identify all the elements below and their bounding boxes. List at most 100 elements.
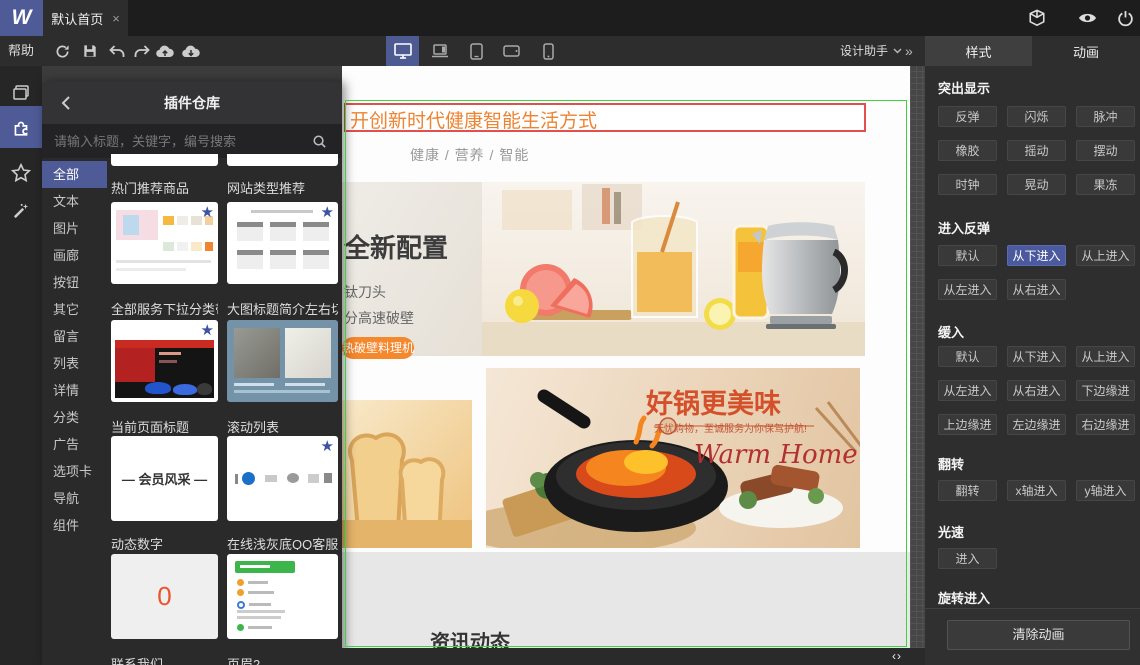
anim-button[interactable]: 下边缘进 [1076, 380, 1135, 401]
selected-heading-block[interactable]: 开创新时代健康智能生活方式 [344, 103, 866, 132]
plugin-card-partial[interactable] [227, 154, 338, 166]
device-desktop-button[interactable] [386, 36, 419, 66]
save-icon[interactable] [79, 36, 101, 66]
category-item[interactable]: 组件 [42, 512, 107, 539]
category-item[interactable]: 画廊 [42, 242, 107, 269]
news-section-title: 资讯动态 [430, 632, 510, 648]
clear-animation-button[interactable]: 清除动画 [947, 620, 1130, 650]
refresh-icon[interactable] [51, 36, 73, 66]
design-assistant-label: 设计助手 [840, 44, 889, 58]
category-item[interactable]: 按钮 [42, 269, 107, 296]
sidebar-item-plugins[interactable] [0, 106, 42, 148]
device-tablet-button[interactable] [461, 36, 492, 66]
favorite-star-icon[interactable]: ★ [321, 439, 334, 454]
card-thumb [205, 242, 213, 251]
plugin-card-scroll-list[interactable]: ★ [227, 436, 338, 521]
favorite-star-icon[interactable]: ★ [201, 323, 214, 338]
redo-icon[interactable] [131, 36, 153, 66]
page-tab-label: 默认首页 [51, 11, 104, 27]
toast-banner-image[interactable] [342, 400, 472, 548]
plugin-card-label: 全部服务下拉分类带... [111, 302, 218, 315]
code-view-icon[interactable]: ‹› [892, 649, 902, 663]
category-item[interactable]: 选项卡 [42, 458, 107, 485]
anim-button[interactable]: 反弹 [938, 106, 997, 127]
category-item[interactable]: 全部 [42, 161, 107, 188]
anim-button[interactable]: 默认 [938, 245, 997, 266]
tab-animation[interactable]: 动画 [1032, 36, 1140, 66]
anim-button[interactable]: 从上进入 [1076, 346, 1135, 367]
anim-button[interactable]: 左边缘进 [1007, 414, 1066, 435]
category-item[interactable]: 广告 [42, 431, 107, 458]
sidebar-item-favorites[interactable] [0, 154, 42, 192]
tab-style[interactable]: 样式 [925, 36, 1032, 66]
anim-button[interactable]: 从右进入 [1007, 279, 1066, 300]
plugin-card-hot-products[interactable]: ★ [111, 202, 218, 284]
plugin-search-input[interactable] [42, 124, 312, 158]
category-item[interactable]: 导航 [42, 485, 107, 512]
wok-banner-image[interactable]: 好锅更美味 无忧购物，至诚服务为你保驾护航! Warm Home [486, 368, 860, 548]
anim-button-selected[interactable]: 从下进入 [1007, 245, 1066, 266]
anim-button[interactable]: y轴进入 [1076, 480, 1135, 501]
anim-button[interactable]: 脉冲 [1076, 106, 1135, 127]
anim-button[interactable]: 从上进入 [1076, 245, 1135, 266]
anim-button[interactable]: 晃动 [1007, 174, 1066, 195]
components-cube-icon[interactable] [1026, 0, 1048, 36]
plugin-card-image-slider[interactable] [227, 320, 338, 402]
anim-button[interactable]: 默认 [938, 346, 997, 367]
canvas-scrollbar[interactable] [910, 66, 925, 648]
category-item[interactable]: 分类 [42, 404, 107, 431]
preview-eye-icon[interactable] [1076, 0, 1098, 36]
search-icon[interactable] [306, 124, 332, 158]
anim-button[interactable]: 从下进入 [1007, 346, 1066, 367]
page-tagline[interactable]: 健康 / 营养 / 智能 [410, 145, 529, 165]
category-item[interactable]: 图片 [42, 215, 107, 242]
device-laptop-button[interactable] [424, 36, 455, 66]
tab-close-icon[interactable]: × [112, 11, 120, 26]
plugin-card-services-menu[interactable]: ★ [111, 320, 218, 402]
category-item[interactable]: 详情 [42, 377, 107, 404]
favorite-star-icon[interactable]: ★ [321, 205, 334, 220]
category-item[interactable]: 列表 [42, 350, 107, 377]
anim-button[interactable]: 翻转 [938, 480, 997, 501]
anim-button[interactable]: 摆动 [1076, 140, 1135, 161]
design-assistant-dropdown[interactable]: 设计助手 [840, 36, 902, 66]
app-logo[interactable]: W [0, 0, 43, 36]
anim-button[interactable]: 时钟 [938, 174, 997, 195]
anim-button[interactable]: 从右进入 [1007, 380, 1066, 401]
anim-button[interactable]: x轴进入 [1007, 480, 1066, 501]
help-button[interactable]: 帮助 [8, 36, 34, 66]
undo-icon[interactable] [106, 36, 128, 66]
plugin-card-page-title[interactable]: — 会员风采 — [111, 436, 218, 521]
anim-button[interactable]: 上边缘进 [938, 414, 997, 435]
kitchen-banner-image[interactable] [482, 182, 865, 356]
plugin-card-site-types[interactable]: ★ [227, 202, 338, 284]
plugin-card-qq-service[interactable] [227, 554, 338, 639]
anim-button[interactable]: 右边缘进 [1076, 414, 1135, 435]
news-section[interactable]: 资讯动态 [342, 552, 910, 648]
canvas-page[interactable]: 开创新时代健康智能生活方式 健康 / 营养 / 智能 全新配置 钛刀头 分高速破… [342, 66, 910, 648]
anim-button[interactable]: 果冻 [1076, 174, 1135, 195]
category-item[interactable]: 留言 [42, 323, 107, 350]
category-item[interactable]: 文本 [42, 188, 107, 215]
anim-button[interactable]: 摇动 [1007, 140, 1066, 161]
plugin-card-partial[interactable] [111, 154, 218, 166]
page-tab[interactable]: 默认首页 × [43, 0, 128, 36]
favorite-star-icon[interactable]: ★ [201, 205, 214, 220]
product-banner-button[interactable]: 热破壁料理机 [342, 337, 414, 359]
anim-button[interactable]: 橡胶 [938, 140, 997, 161]
cloud-upload-icon[interactable] [154, 36, 176, 66]
cloud-download-icon[interactable] [180, 36, 202, 66]
device-phone-portrait-button[interactable] [533, 36, 564, 66]
collapse-more-button[interactable]: » [905, 36, 913, 66]
sidebar-item-wand[interactable] [0, 192, 42, 230]
power-exit-icon[interactable] [1114, 0, 1136, 36]
device-phone-landscape-button[interactable] [496, 36, 527, 66]
category-item[interactable]: 其它 [42, 296, 107, 323]
anim-button[interactable]: 从左进入 [938, 279, 997, 300]
anim-button[interactable]: 闪烁 [1007, 106, 1066, 127]
anim-button[interactable]: 进入 [938, 548, 997, 569]
plugin-card-dynamic-number[interactable]: 0 [111, 554, 218, 639]
anim-button[interactable]: 从左进入 [938, 380, 997, 401]
card-thumb [303, 222, 329, 241]
product-banner-left[interactable]: 全新配置 钛刀头 分高速破壁 热破壁料理机 [342, 182, 482, 359]
